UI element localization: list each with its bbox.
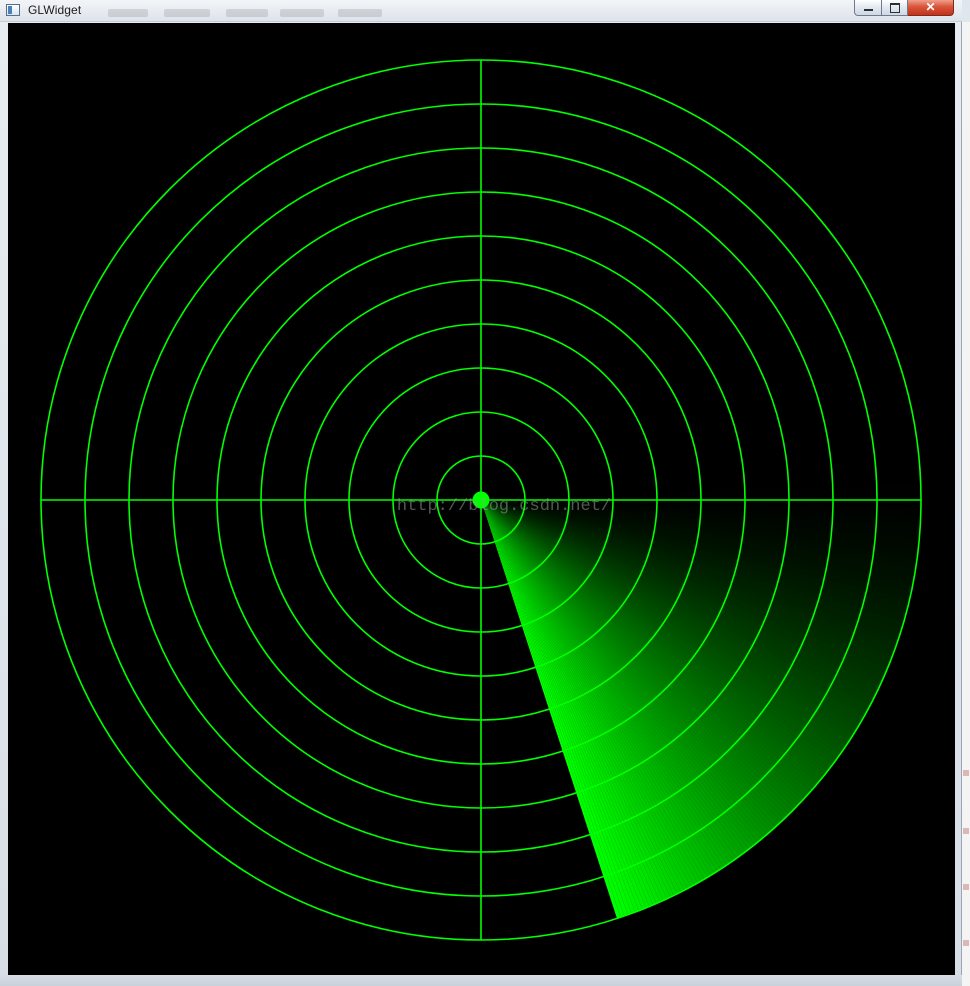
blurred-menu-item xyxy=(108,9,148,17)
maximize-button[interactable] xyxy=(882,0,908,16)
minimize-icon xyxy=(864,9,873,11)
blurred-menu-item xyxy=(280,9,324,17)
radar-display: http://blog.csdn.net/ xyxy=(40,59,922,941)
blurred-menu-item xyxy=(164,9,210,17)
blurred-menu-item xyxy=(226,9,268,17)
background-artifact xyxy=(963,940,969,946)
window-title: GLWidget xyxy=(28,3,82,17)
app-window: GLWidget ✕ http://blog.csdn.net/ xyxy=(0,0,962,986)
background-window-edge xyxy=(962,22,970,986)
window-bottom-border xyxy=(0,975,962,986)
close-icon: ✕ xyxy=(925,0,936,14)
background-artifact xyxy=(963,884,969,890)
blurred-menu-item xyxy=(338,9,382,17)
background-artifact xyxy=(963,770,969,776)
background-artifact xyxy=(963,828,969,834)
radar-sweep xyxy=(481,500,919,919)
watermark-text: http://blog.csdn.net/ xyxy=(397,497,611,516)
app-window-icon[interactable] xyxy=(6,4,20,16)
title-bar[interactable]: GLWidget ✕ xyxy=(0,0,962,22)
gl-canvas[interactable]: http://blog.csdn.net/ xyxy=(8,23,955,975)
window-controls: ✕ xyxy=(854,0,954,18)
minimize-button[interactable] xyxy=(854,0,882,16)
maximize-icon xyxy=(890,3,900,13)
close-button[interactable]: ✕ xyxy=(908,0,954,16)
